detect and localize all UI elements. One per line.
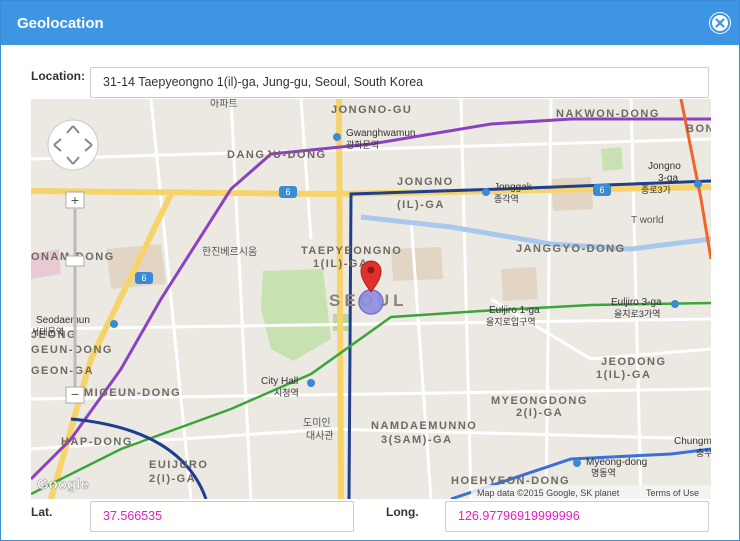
station-label: 충무 bbox=[696, 448, 711, 458]
district-label: 2(I)-GA bbox=[516, 407, 563, 419]
station-label: Jongno bbox=[648, 161, 681, 172]
map-view[interactable]: 6 6 6 JONGNO-GU NAKWON-DONG BON DANGJU-D… bbox=[31, 99, 711, 499]
district-label: NAKWON-DONG bbox=[556, 108, 660, 120]
place-label: 한진베르시움 bbox=[202, 246, 257, 258]
route-shield: 6 bbox=[135, 272, 153, 284]
station-label: 을지로3가역 bbox=[614, 309, 660, 319]
station-label: City Hall bbox=[261, 376, 298, 387]
district-label: JONGNO bbox=[397, 176, 454, 188]
google-logo: Google bbox=[37, 476, 89, 493]
district-label: HAP-DONG bbox=[61, 436, 133, 448]
svg-text:6: 6 bbox=[141, 273, 146, 283]
place-label: 도미인 bbox=[303, 417, 331, 429]
station-label: 명동역 bbox=[591, 468, 616, 478]
long-input[interactable]: 126.97796919999996 bbox=[445, 501, 709, 532]
terms-link[interactable]: Terms of Use bbox=[646, 488, 699, 498]
district-label: 2(I)-GA bbox=[149, 473, 196, 485]
lat-input[interactable]: 37.566535 bbox=[90, 501, 354, 532]
district-label: BONG bbox=[686, 123, 711, 135]
dialog-title: Geolocation bbox=[17, 15, 104, 32]
route-shield: 6 bbox=[279, 186, 297, 198]
station-label: 시청역 bbox=[274, 388, 299, 398]
station-label: Myeong-dong bbox=[586, 457, 647, 468]
station-label: Seodaemun bbox=[36, 315, 90, 326]
station-label: Euljiro 1-ga bbox=[489, 305, 540, 316]
map-attribution: Map data ©2015 Google, SK planet bbox=[477, 488, 620, 498]
place-label: T world bbox=[631, 215, 664, 226]
svg-text:6: 6 bbox=[599, 185, 604, 195]
station-label: 종각역 bbox=[494, 193, 519, 204]
district-label: MYEONGDONG bbox=[491, 395, 588, 407]
district-label: DANGJU-DONG bbox=[227, 149, 327, 161]
district-label: EUIJURO bbox=[149, 459, 208, 471]
zoom-thumb bbox=[65, 255, 85, 267]
district-label: (IL)-GA bbox=[397, 199, 445, 211]
route-shield: 6 bbox=[593, 184, 611, 196]
district-area bbox=[501, 267, 538, 301]
district-label: MIGEUN-DONG bbox=[84, 387, 181, 399]
svg-text:+: + bbox=[71, 192, 79, 208]
dialog-titlebar: Geolocation bbox=[1, 1, 739, 45]
location-input[interactable]: 31-14 Taepyeongno 1(il)-ga, Jung-gu, Seo… bbox=[90, 67, 709, 98]
station-label: Gwanghwamun bbox=[346, 128, 415, 139]
location-label: Location: bbox=[31, 69, 85, 83]
station-label: 종로3가 bbox=[641, 185, 671, 195]
district-label: JONGNO-GU bbox=[331, 104, 412, 116]
place-label: 아파트 bbox=[210, 99, 238, 110]
geolocation-dialog: Geolocation Location: 31-14 Taepyeongno … bbox=[0, 0, 740, 541]
svg-text:6: 6 bbox=[285, 187, 290, 197]
close-icon bbox=[710, 13, 730, 33]
park-area bbox=[601, 147, 623, 171]
station-label: 서대문역 bbox=[31, 327, 64, 337]
station-label: 광화문역 bbox=[346, 139, 379, 150]
station-label: Euljiro 3-ga bbox=[611, 297, 662, 308]
station-label: 을지로입구역 bbox=[486, 316, 536, 327]
district-label: 1(IL)-GA bbox=[313, 258, 368, 270]
close-button[interactable] bbox=[709, 12, 731, 34]
station-label: Jonggak bbox=[494, 182, 533, 193]
district-area bbox=[551, 177, 593, 211]
district-label: JANGGYO-DONG bbox=[516, 243, 626, 255]
map-canvas[interactable]: 6 6 6 JONGNO-GU NAKWON-DONG BON DANGJU-D… bbox=[31, 99, 711, 499]
district-label: GEON-GA bbox=[31, 365, 94, 377]
pan-control[interactable] bbox=[47, 119, 99, 171]
place-label: 대사관 bbox=[306, 430, 334, 442]
station-label: Chungm bbox=[674, 436, 711, 447]
svg-text:−: − bbox=[71, 386, 79, 402]
district-label: TAEPYEONGNO bbox=[301, 245, 402, 257]
lat-label: Lat. bbox=[31, 505, 53, 519]
district-label: JEODONG bbox=[601, 356, 667, 368]
district-label: 1(IL)-GA bbox=[596, 369, 651, 381]
district-label: GEUN-DONG bbox=[31, 344, 113, 356]
long-label: Long. bbox=[386, 505, 419, 519]
district-label: NAMDAEMUNNO bbox=[371, 420, 477, 432]
station-label: 3-ga bbox=[658, 173, 678, 184]
district-label: 3(SAM)-GA bbox=[381, 434, 453, 446]
